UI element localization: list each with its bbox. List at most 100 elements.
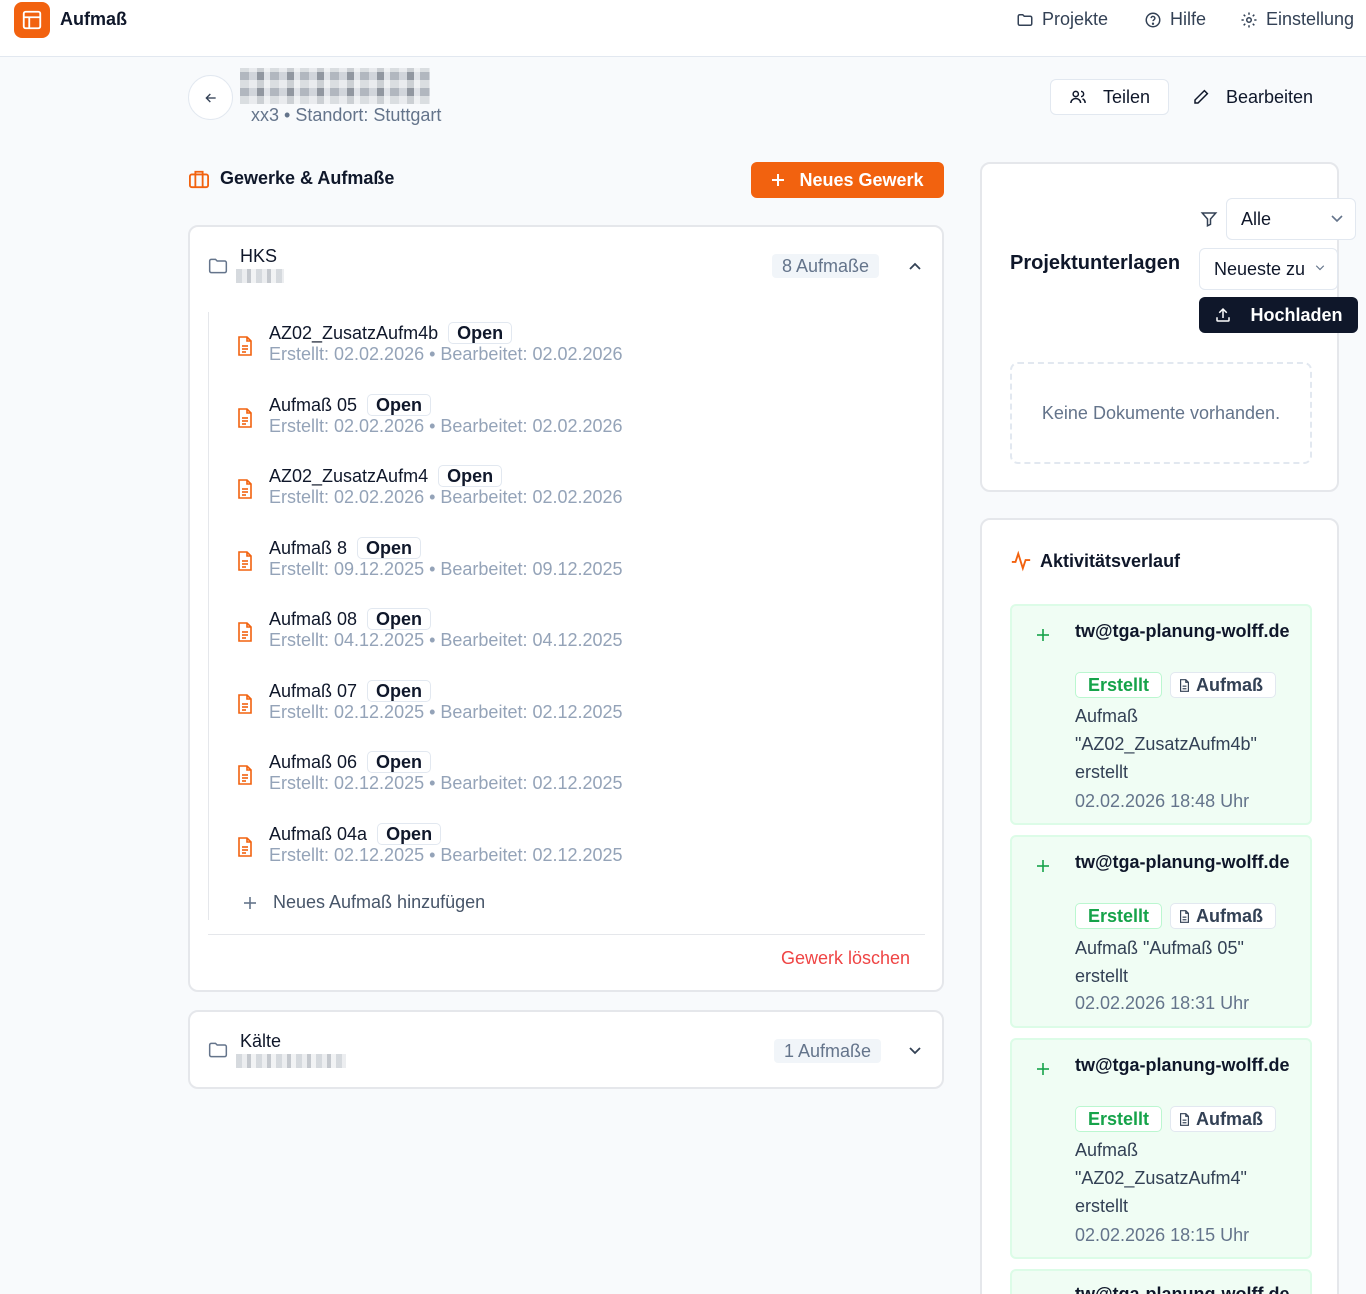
project-name-redacted xyxy=(240,68,430,104)
aufmass-title: AZ02_ZusatzAufm4b xyxy=(269,322,439,343)
gewerk-subtitle-redacted xyxy=(236,269,284,283)
add-aufmass-button[interactable]: Neues Aufmaß hinzufügen xyxy=(243,892,485,913)
status-badge: Open xyxy=(367,394,432,416)
plus-icon xyxy=(1037,1063,1049,1075)
status-badge: Open xyxy=(367,751,432,773)
aufmass-item[interactable]: Aufmaß 07 Open Erstellt: 02.12.2025 • Bea… xyxy=(238,680,899,724)
status-badge: Open xyxy=(438,465,503,487)
activity-description: Aufmaß "AZ02_ZusatzAufm4b" erstellt xyxy=(1075,706,1257,782)
app-title[interactable]: Aufmaß xyxy=(60,9,127,30)
status-badge: Open xyxy=(377,823,442,845)
aufmass-meta: Erstellt: 02.02.2026 • Bearbeitet: 02.02… xyxy=(269,344,623,364)
aufmass-item[interactable]: Aufmaß 08 Open Erstellt: 04.12.2025 • Bea… xyxy=(238,608,899,652)
arrow-left-icon xyxy=(204,93,216,102)
aufmass-item[interactable]: Aufmaß 06 Open Erstellt: 02.12.2025 • Bea… xyxy=(238,751,899,795)
action-badge: Erstellt xyxy=(1075,903,1163,929)
nav-settings[interactable]: Einstellung xyxy=(1240,9,1354,30)
status-badge: Open xyxy=(367,608,432,630)
type-badge-label: Aufmaß xyxy=(1196,905,1264,926)
edit-label: Bearbeiten xyxy=(1226,86,1314,107)
aufmass-count-badge: 1 Aufmaße xyxy=(774,1039,882,1063)
share-button[interactable]: Teilen xyxy=(1050,79,1169,115)
section-title-label: Gewerke & Aufmaße xyxy=(220,168,395,188)
aufmass-meta: Erstellt: 02.12.2025 • Bearbeitet: 02.12… xyxy=(269,702,623,722)
action-badge: Erstellt xyxy=(1075,1106,1163,1132)
activity-user: tw@tga-planung-wolff.de xyxy=(1075,852,1290,872)
action-badge: Erstellt xyxy=(1075,672,1163,698)
share-label: Teilen xyxy=(1102,86,1151,107)
aufmass-list: AZ02_ZusatzAufm4b Open Erstellt: 02.02.20… xyxy=(208,312,925,920)
activity-time: 02.02.2026 18:31 Uhr xyxy=(1075,993,1250,1013)
gewerk-card-kaelte: Kälte 1 Aufmaße xyxy=(188,1010,944,1089)
aufmass-item[interactable]: Aufmaß 04a Open Erstellt: 02.12.2025 • Be… xyxy=(238,823,899,867)
aufmass-item[interactable]: AZ02_ZusatzAufm4b Open Erstellt: 02.02.20… xyxy=(238,322,899,366)
activity-card: Aktivitätsverlauf tw@tga-planung-wolff.d… xyxy=(980,518,1339,1294)
edit-button[interactable]: Bearbeiten xyxy=(1188,79,1313,115)
gewerk-header[interactable]: Kälte 1 Aufmaße xyxy=(190,1012,942,1082)
upload-label: Hochladen xyxy=(1250,304,1343,325)
document-icon xyxy=(238,551,252,571)
aufmass-meta: Erstellt: 02.02.2026 • Bearbeitet: 02.02… xyxy=(269,416,623,436)
pencil-icon xyxy=(1194,89,1209,104)
delete-gewerk-button[interactable]: Gewerk löschen xyxy=(781,948,910,969)
upload-button[interactable]: Hochladen xyxy=(1199,297,1358,333)
chevron-down-icon[interactable] xyxy=(908,1043,922,1057)
document-icon xyxy=(238,765,252,785)
activity-item: tw@tga-planung-wolff.de Erstellt Aufmaß … xyxy=(1010,604,1312,825)
gewerk-header[interactable]: HKS 8 Aufmaße xyxy=(190,227,942,297)
document-icon xyxy=(1180,678,1190,692)
activity-time: 02.02.2026 18:15 Uhr xyxy=(1075,1225,1250,1245)
aufmass-item[interactable]: Aufmaß 8 Open Erstellt: 09.12.2025 • Bear… xyxy=(238,537,899,581)
plus-icon xyxy=(244,896,256,909)
activity-user: tw@tga-planung-wolff.de xyxy=(1075,1055,1290,1075)
nav-settings-label: Einstellung xyxy=(1266,9,1355,29)
chevron-up-icon[interactable] xyxy=(908,259,922,273)
gewerk-subtitle-redacted xyxy=(236,1054,346,1068)
activity-badges: Erstellt Aufmaß xyxy=(1075,903,1277,929)
aufmass-meta: Erstellt: 04.12.2025 • Bearbeitet: 04.12… xyxy=(269,630,623,650)
aufmass-meta: Erstellt: 02.02.2026 • Bearbeitet: 02.02… xyxy=(269,487,623,507)
plus-icon xyxy=(1037,860,1049,872)
sort-select[interactable]: Neueste zu xyxy=(1199,248,1338,290)
aufmass-title: AZ02_ZusatzAufm4 xyxy=(269,465,429,486)
activity-pulse-icon xyxy=(1011,550,1031,572)
gewerk-name: Kälte xyxy=(240,1031,282,1051)
aufmass-item[interactable]: AZ02_ZusatzAufm4 Open Erstellt: 02.02.202… xyxy=(238,465,899,509)
aufmass-meta: Erstellt: 09.12.2025 • Bearbeitet: 09.12… xyxy=(269,559,623,579)
activity-badges: Erstellt Aufmaß xyxy=(1075,672,1277,698)
folder-icon xyxy=(208,1042,228,1058)
nav-help[interactable]: Hilfe xyxy=(1144,9,1206,30)
document-icon xyxy=(238,694,252,714)
sort-select-value: Neueste zu xyxy=(1214,258,1306,279)
new-gewerk-label: Neues Gewerk xyxy=(799,169,924,190)
activity-description: Aufmaß "AZ02_ZusatzAufm4" erstellt xyxy=(1075,1140,1247,1216)
document-icon xyxy=(238,622,252,642)
type-badge: Aufmaß xyxy=(1170,672,1277,698)
back-button[interactable] xyxy=(188,75,233,120)
folder-icon xyxy=(208,258,228,274)
plus-icon xyxy=(772,174,785,186)
new-gewerk-button[interactable]: Neues Gewerk xyxy=(751,162,944,198)
gewerk-name: HKS xyxy=(240,246,278,266)
status-badge: Open xyxy=(357,537,422,559)
aufmass-item[interactable]: Aufmaß 05 Open Erstellt: 02.02.2026 • Bea… xyxy=(238,394,899,438)
activity-item: tw@tga-planung-wolff.de Erstellt Aufmaß … xyxy=(1010,835,1312,1028)
aufmass-title: Aufmaß 04a xyxy=(269,823,368,844)
activity-title: Aktivitätsverlauf xyxy=(1010,550,1180,572)
activity-user: tw@tga-planung-wolff.de xyxy=(1075,621,1290,641)
documents-card: Alle Projektunterlagen Neueste zu Hochla… xyxy=(980,162,1358,492)
folder-open-icon xyxy=(1017,13,1033,26)
top-navbar: Aufmaß Projekte Hilfe Einstellung xyxy=(0,0,1366,57)
upload-icon xyxy=(1216,307,1231,322)
document-icon xyxy=(238,837,252,857)
aufmass-title: Aufmaß 06 xyxy=(269,751,358,772)
aufmass-title: Aufmaß 8 xyxy=(269,537,348,558)
filter-select[interactable]: Alle xyxy=(1226,198,1356,240)
nav-projects[interactable]: Projekte xyxy=(1016,9,1108,30)
add-aufmass-label: Neues Aufmaß hinzufügen xyxy=(273,892,486,912)
app-logo-icon[interactable] xyxy=(14,2,50,38)
document-icon xyxy=(1180,1112,1190,1126)
gear-icon xyxy=(1241,12,1257,27)
help-circle-icon xyxy=(1145,12,1161,27)
briefcase-icon xyxy=(189,170,209,188)
